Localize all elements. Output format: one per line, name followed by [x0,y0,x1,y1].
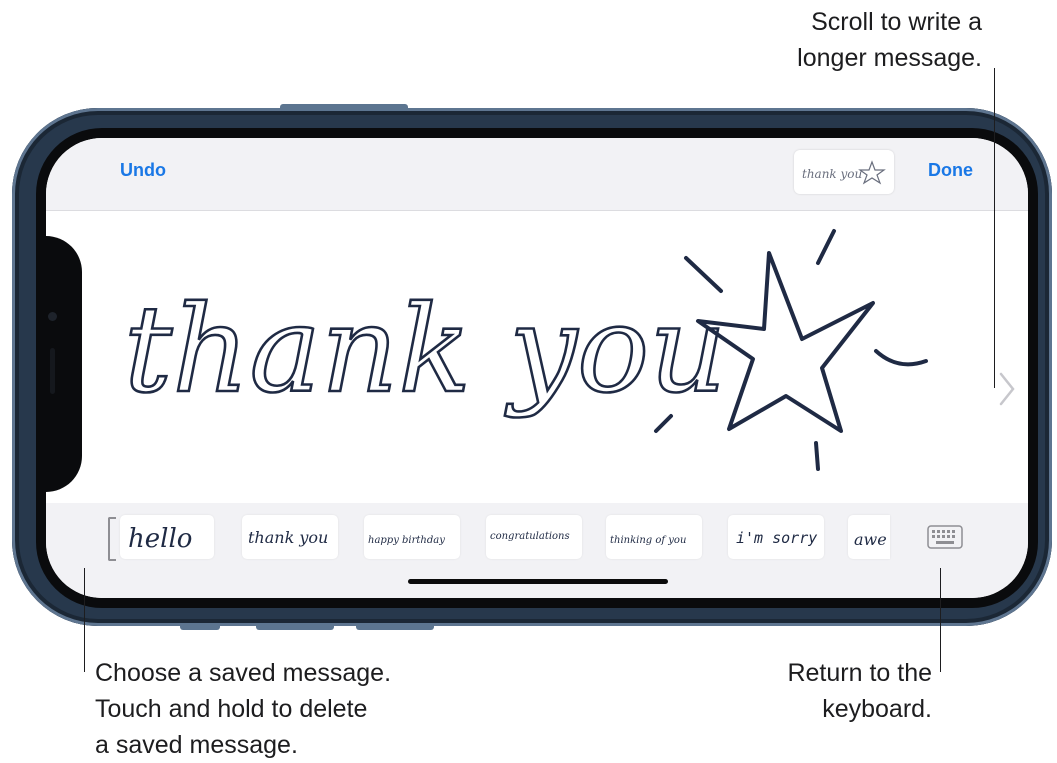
callout-scroll: Scroll to write a longer message. [797,4,982,76]
done-button[interactable]: Done [928,160,973,181]
phone-device: Undo thank you Done thank you hello than… [12,104,1052,630]
volume-button [280,104,408,111]
leader-line-keyboard [940,568,941,672]
keyboard-icon[interactable] [927,525,963,549]
saved-message-label: awe [854,530,887,549]
ink-drawing: thank you [123,229,928,471]
handwriting-canvas[interactable]: thank you [46,211,1028,503]
notch [36,236,82,492]
saved-message-awe[interactable]: awe [848,515,890,559]
saved-messages-bar: hello thank you happy birthday congratul… [46,503,1028,598]
callout-keyboard-line-2: keyboard. [822,695,932,723]
leader-line-saved [84,568,85,672]
callout-scroll-line-2: longer message. [797,44,982,72]
saved-message-label: congratulations [490,531,570,542]
message-preview[interactable]: thank you [794,150,894,194]
front-camera [48,312,57,321]
preview-ink: thank you [802,160,886,185]
undo-button[interactable]: Undo [120,160,166,181]
callout-saved-line-1: Choose a saved message. [95,659,392,687]
saved-message-im-sorry[interactable]: i'm sorry [728,515,824,559]
callout-saved-line-2: Touch and hold to delete [95,695,368,723]
saved-bracket-icon [108,517,116,561]
chevron-right-icon[interactable] [998,371,1016,407]
saved-message-congratulations[interactable]: congratulations [486,515,582,559]
saved-message-hello[interactable]: hello [120,515,214,559]
saved-message-label: thank you [248,528,328,547]
callout-saved-line-3: a saved message. [95,731,298,759]
saved-message-label: i'm sorry [736,529,817,547]
home-indicator [408,579,668,584]
saved-message-thinking-of-you[interactable]: thinking of you [606,515,702,559]
saved-message-label: happy birthday [368,535,445,546]
callout-scroll-line-1: Scroll to write a [811,8,982,36]
speaker-grille [50,348,55,394]
preview-star-icon [858,160,886,185]
handwritten-text: thank you [124,281,727,420]
saved-message-label: thinking of you [610,535,686,546]
leader-line-scroll [994,68,995,388]
saved-message-label: hello [128,524,192,554]
callout-saved: Choose a saved message. Touch and hold t… [95,655,391,763]
handwriting-toolbar: Undo thank you Done [46,138,1028,211]
callout-keyboard: Return to the keyboard. [787,655,932,727]
screen-bezel: Undo thank you Done thank you hello than… [36,128,1038,608]
callout-keyboard-line-1: Return to the [787,659,932,687]
preview-text: thank you [802,167,862,181]
side-button-3 [356,623,434,630]
side-button-2 [256,623,334,630]
handwriting-screen: Undo thank you Done thank you hello than… [46,138,1028,598]
saved-message-thank-you[interactable]: thank you [242,515,338,559]
saved-message-happy-birthday[interactable]: happy birthday [364,515,460,559]
side-button-1 [180,623,220,630]
